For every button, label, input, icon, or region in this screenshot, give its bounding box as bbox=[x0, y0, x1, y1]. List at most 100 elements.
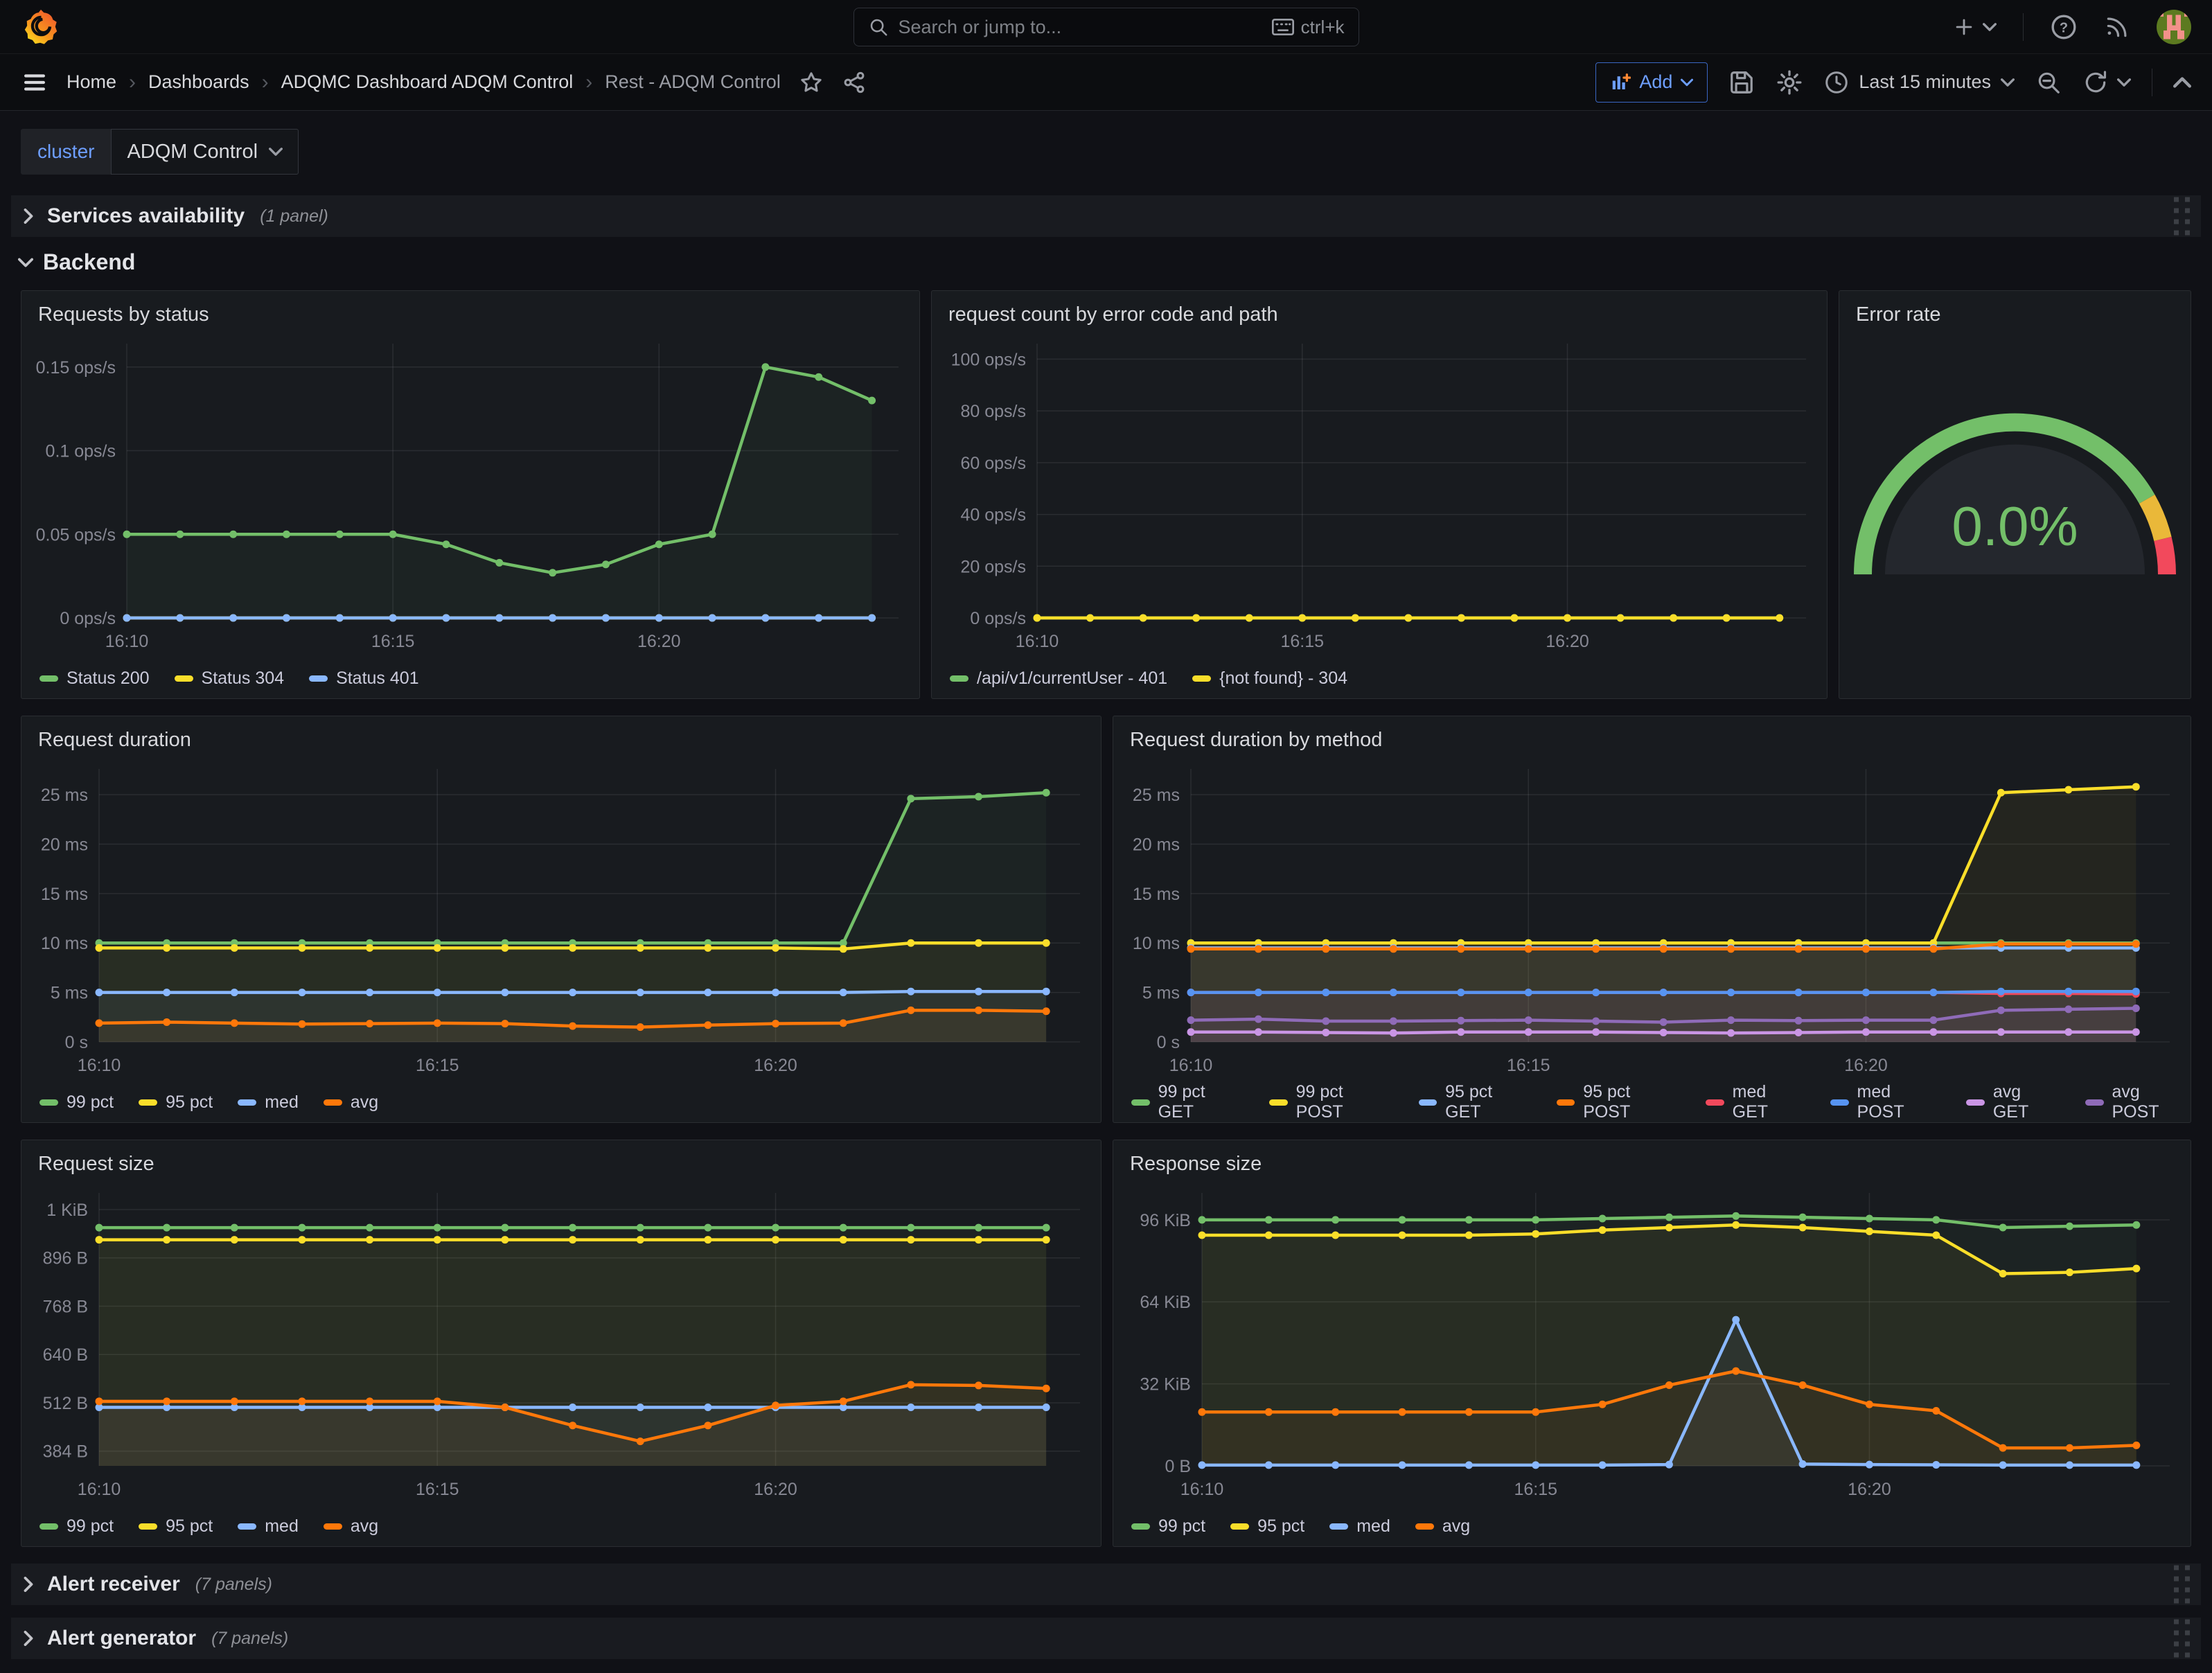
legend-item[interactable]: med bbox=[238, 1092, 299, 1113]
row-drag-handle[interactable] bbox=[2174, 1566, 2190, 1604]
legend-item[interactable]: 99 pct GET bbox=[1131, 1082, 1244, 1122]
svg-text:384 B: 384 B bbox=[43, 1442, 88, 1462]
search-shortcut: ctrl+k bbox=[1272, 17, 1345, 38]
breadcrumb-dashboards[interactable]: Dashboards bbox=[148, 71, 249, 93]
svg-text:16:10: 16:10 bbox=[1016, 632, 1059, 651]
favorite-button[interactable] bbox=[799, 70, 824, 95]
legend-item[interactable]: 99 pct bbox=[39, 1092, 114, 1113]
legend-label: med bbox=[1356, 1516, 1390, 1537]
panel-title[interactable]: Request duration by method bbox=[1113, 716, 2191, 759]
request-duration-chart[interactable]: 0 s5 ms10 ms15 ms20 ms25 ms16:1016:1516:… bbox=[21, 759, 1101, 1082]
variable-label[interactable]: cluster bbox=[21, 129, 111, 175]
legend-item[interactable]: med bbox=[1329, 1516, 1390, 1537]
error-rate-gauge[interactable]: 0.0% bbox=[1839, 334, 2191, 698]
legend-item[interactable]: 95 pct bbox=[139, 1516, 213, 1537]
dashboard-settings-button[interactable] bbox=[1776, 69, 1803, 96]
legend-item[interactable]: avg bbox=[324, 1516, 378, 1537]
time-range-picker[interactable]: Last 15 minutes bbox=[1824, 70, 2015, 95]
legend-item[interactable]: 95 pct bbox=[139, 1092, 213, 1113]
panel-title[interactable]: Response size bbox=[1113, 1140, 2191, 1183]
row-title: Services availability bbox=[47, 204, 245, 228]
panel-title[interactable]: Requests by status bbox=[21, 291, 919, 334]
legend-item[interactable]: med bbox=[238, 1516, 299, 1537]
panel-title[interactable]: Request size bbox=[21, 1140, 1101, 1183]
breadcrumb-separator: › bbox=[585, 71, 592, 94]
request-count-chart[interactable]: 0 ops/s20 ops/s40 ops/s60 ops/s80 ops/s1… bbox=[932, 334, 1827, 658]
legend-item[interactable]: avg bbox=[1415, 1516, 1470, 1537]
row-alert-generator[interactable]: Alert generator (7 panels) bbox=[11, 1618, 2201, 1659]
legend-swatch bbox=[39, 1523, 58, 1530]
chart-legend: /api/v1/currentUser - 401 {not found} - 3… bbox=[932, 658, 1827, 698]
request-size-chart[interactable]: 384 B512 B640 B768 B896 B1 KiB16:1016:15… bbox=[21, 1183, 1101, 1506]
breadcrumb-folder[interactable]: ADQMC Dashboard ADQM Control bbox=[281, 71, 574, 93]
legend-label: avg bbox=[351, 1092, 378, 1113]
row-backend[interactable]: Backend bbox=[18, 249, 2212, 275]
svg-text:16:15: 16:15 bbox=[416, 1480, 459, 1499]
panel-title[interactable]: Request duration bbox=[21, 716, 1101, 759]
new-button[interactable] bbox=[1952, 15, 1997, 39]
row-drag-handle[interactable] bbox=[2174, 1620, 2190, 1658]
help-button[interactable]: ? bbox=[2050, 13, 2078, 41]
response-size-chart[interactable]: 0 B32 KiB64 KiB96 KiB16:1016:1516:20 bbox=[1113, 1183, 2191, 1506]
requests-by-status-chart[interactable]: 0 ops/s0.05 ops/s0.1 ops/s0.15 ops/s16:1… bbox=[21, 334, 919, 658]
legend-item[interactable]: 95 pct POST bbox=[1557, 1082, 1681, 1122]
refresh-icon bbox=[2082, 69, 2109, 96]
row-panel-count: (7 panels) bbox=[211, 1629, 288, 1649]
legend-item[interactable]: {not found} - 304 bbox=[1192, 669, 1347, 689]
legend-item[interactable]: med POST bbox=[1830, 1082, 1941, 1122]
avatar[interactable] bbox=[2157, 10, 2191, 44]
add-panel-button[interactable]: Add bbox=[1595, 62, 1708, 103]
chevron-up-icon bbox=[2173, 73, 2191, 91]
legend-item[interactable]: 99 pct POST bbox=[1269, 1082, 1393, 1122]
breadcrumb-home[interactable]: Home bbox=[67, 71, 116, 93]
panel-title[interactable]: request count by error code and path bbox=[932, 291, 1827, 334]
refresh-button[interactable] bbox=[2082, 69, 2131, 96]
legend-swatch bbox=[324, 1523, 342, 1530]
panel-request-duration: Request duration 0 s5 ms10 ms15 ms20 ms2… bbox=[21, 716, 1101, 1123]
legend-item[interactable]: 99 pct bbox=[1131, 1516, 1205, 1537]
legend-item[interactable]: 95 pct bbox=[1230, 1516, 1304, 1537]
svg-text:16:20: 16:20 bbox=[754, 1480, 797, 1499]
legend-item[interactable]: med GET bbox=[1706, 1082, 1805, 1122]
legend-item[interactable]: Status 200 bbox=[39, 669, 150, 689]
legend-item[interactable]: avg GET bbox=[1966, 1082, 2060, 1122]
svg-text:16:15: 16:15 bbox=[1514, 1480, 1557, 1499]
mega-menu-button[interactable] bbox=[21, 69, 48, 96]
legend-item[interactable]: avg POST bbox=[2085, 1082, 2191, 1122]
row-title: Alert generator bbox=[47, 1627, 196, 1650]
variable-value-dropdown[interactable]: ADQM Control bbox=[111, 129, 299, 175]
legend-item[interactable]: /api/v1/currentUser - 401 bbox=[950, 669, 1167, 689]
global-search[interactable]: ctrl+k bbox=[853, 8, 1359, 46]
legend-swatch bbox=[324, 1099, 342, 1106]
svg-text:80 ops/s: 80 ops/s bbox=[960, 402, 1026, 421]
request-duration-by-method-chart[interactable]: 0 s5 ms10 ms15 ms20 ms25 ms16:1016:1516:… bbox=[1113, 759, 2191, 1082]
breadcrumb-separator: › bbox=[129, 71, 136, 94]
legend-swatch bbox=[238, 1523, 256, 1530]
chart-legend: 99 pct GET 99 pct POST 95 pct GET 95 pct PO… bbox=[1113, 1082, 2191, 1122]
row-alert-receiver[interactable]: Alert receiver (7 panels) bbox=[11, 1564, 2201, 1605]
legend-item[interactable]: Status 401 bbox=[309, 669, 419, 689]
legend-swatch bbox=[2085, 1099, 2104, 1106]
collapse-toolbar-button[interactable] bbox=[2173, 73, 2191, 91]
search-input[interactable] bbox=[899, 17, 1262, 38]
zoom-out-icon bbox=[2035, 69, 2062, 96]
row-drag-handle[interactable] bbox=[2174, 197, 2190, 236]
svg-text:32 KiB: 32 KiB bbox=[1140, 1375, 1191, 1395]
legend-item[interactable]: 95 pct GET bbox=[1419, 1082, 1532, 1122]
news-button[interactable] bbox=[2104, 14, 2130, 40]
legend-label: med bbox=[265, 1516, 299, 1537]
save-dashboard-button[interactable] bbox=[1728, 69, 1755, 96]
grafana-logo[interactable] bbox=[21, 7, 61, 47]
legend-label: avg POST bbox=[2112, 1082, 2191, 1122]
breadcrumb: Home › Dashboards › ADQMC Dashboard ADQM… bbox=[67, 71, 781, 94]
panel-title[interactable]: Error rate bbox=[1839, 291, 2191, 334]
legend-swatch bbox=[309, 675, 328, 682]
zoom-out-time-button[interactable] bbox=[2035, 69, 2062, 96]
share-button[interactable] bbox=[842, 70, 867, 95]
row-services-availability[interactable]: Services availability (1 panel) bbox=[11, 195, 2201, 237]
legend-item[interactable]: 99 pct bbox=[39, 1516, 114, 1537]
legend-swatch bbox=[1415, 1523, 1434, 1530]
legend-item[interactable]: Status 304 bbox=[175, 669, 285, 689]
legend-item[interactable]: avg bbox=[324, 1092, 378, 1113]
svg-text:0.05 ops/s: 0.05 ops/s bbox=[36, 525, 116, 545]
